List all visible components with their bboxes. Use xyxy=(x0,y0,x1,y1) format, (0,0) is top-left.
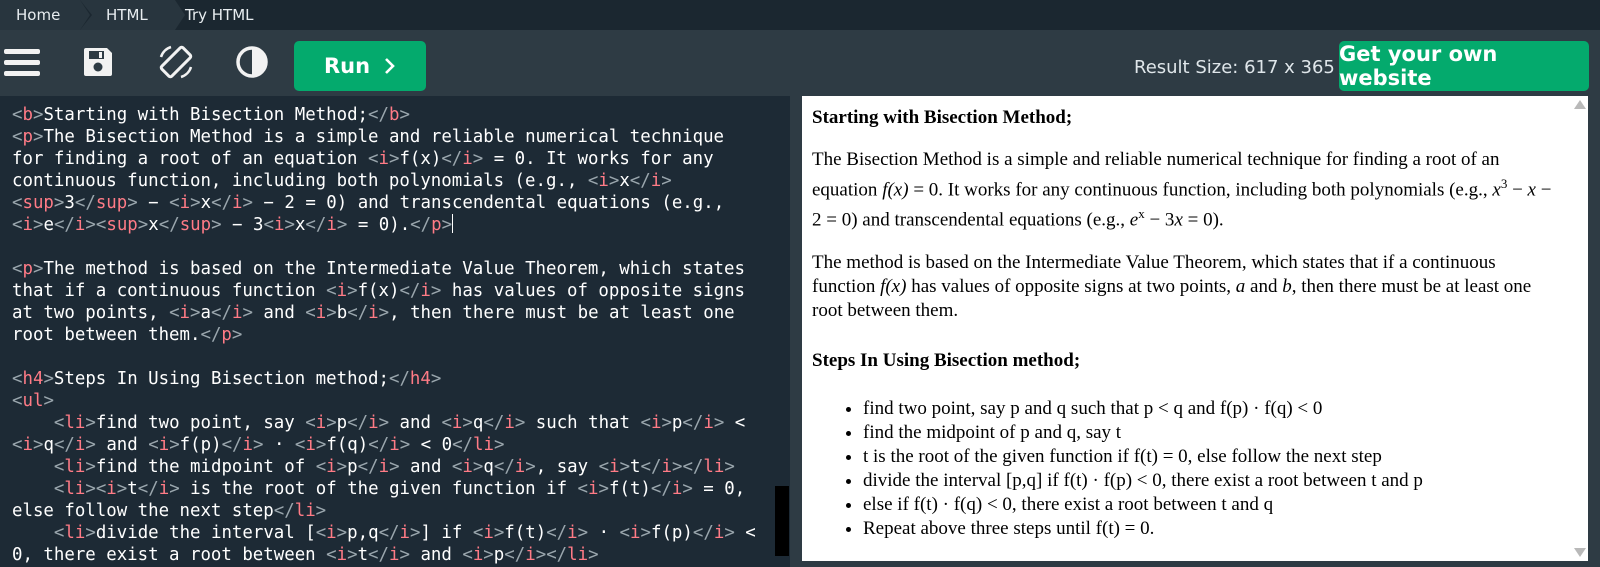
get-own-website-button[interactable]: Get your own website xyxy=(1339,41,1589,91)
code-line: <ul> xyxy=(12,391,54,411)
floppy-disk-icon[interactable] xyxy=(76,42,120,82)
code-editor[interactable]: <b>Starting with Bisection Method;</b> <p… xyxy=(0,96,790,567)
code-line: that if a continuous function <i>f(x)</i… xyxy=(12,281,746,301)
result-steps-list: find two point, say p and q such that p … xyxy=(812,397,1562,541)
run-button-label: Run xyxy=(323,54,371,78)
rotate-screen-icon[interactable] xyxy=(154,42,198,82)
code-line: <li>find the midpoint of <i>p</i> and <i… xyxy=(53,457,735,477)
list-item: Repeat above three steps until f(t) = 0. xyxy=(863,517,1562,541)
run-button[interactable]: Run xyxy=(294,41,426,91)
panel-divider[interactable] xyxy=(790,96,802,567)
code-line: <sup>3</sup> − <i>x</i> − 2 = 0) and tra… xyxy=(12,193,725,213)
list-item: find two point, say p and q such that p … xyxy=(863,397,1562,421)
code-line: <i>e</i><sup>x</sup> − 3<i>x</i> = 0).</… xyxy=(12,214,454,235)
code-content[interactable]: <b>Starting with Bisection Method;</b> <p… xyxy=(12,104,772,566)
code-line: <i>q</i> and <i>f(p)</i> · <i>f(q)</i> <… xyxy=(12,435,505,455)
hamburger-icon[interactable] xyxy=(0,42,44,82)
code-line: else follow the next step</li> xyxy=(12,501,327,521)
editor-scrollbar[interactable] xyxy=(775,486,789,556)
code-line: continuous function, including both poly… xyxy=(12,171,672,191)
result-paragraph-2: The method is based on the Intermediate … xyxy=(812,251,1532,321)
code-line: for finding a root of an equation <i>f(x… xyxy=(12,149,714,169)
list-item: find the midpoint of p and q, say t xyxy=(863,421,1562,445)
code-line: <b>Starting with Bisection Method;</b> xyxy=(12,105,410,125)
code-line: at two points, <i>a</i> and <i>b</i>, th… xyxy=(12,303,735,323)
breadcrumb-label: Try HTML xyxy=(185,6,254,24)
breadcrumb-label: HTML xyxy=(106,6,148,24)
toolbar: Run Result Size: 617 x 365 Get your own … xyxy=(0,30,1600,94)
list-item: t is the root of the given function if f… xyxy=(863,445,1562,469)
result-size-label: Result Size: 617 x 365 xyxy=(1134,57,1335,78)
code-line: root between them.</p> xyxy=(12,325,243,345)
result-scrollbar[interactable] xyxy=(1572,96,1588,561)
list-item: else if f(t) · f(q) < 0, there exist a r… xyxy=(863,493,1562,517)
code-line: <li><i>t</i> is the root of the given fu… xyxy=(53,479,746,499)
result-frame[interactable]: Starting with Bisection Method; The Bise… xyxy=(802,96,1588,561)
result-steps-heading: Steps In Using Bisection method; xyxy=(812,349,1081,371)
code-line: <p>The method is based on the Intermedia… xyxy=(12,259,745,279)
code-line: <li>find two point, say <i>p</i> and <i>… xyxy=(53,413,746,433)
code-line: 0, there exist a root between <i>t</i> a… xyxy=(12,545,599,565)
result-heading: Starting with Bisection Method; xyxy=(812,107,1073,128)
breadcrumb-label: Home xyxy=(16,6,61,24)
contrast-icon[interactable] xyxy=(230,42,274,82)
list-item: divide the interval [p,q] if f(t) · f(p)… xyxy=(863,469,1562,493)
breadcrumb-home[interactable]: Home xyxy=(0,0,92,30)
scroll-up-icon[interactable] xyxy=(1574,100,1586,109)
code-line: <p>The Bisection Method is a simple and … xyxy=(12,127,725,147)
breadcrumb-html[interactable]: HTML xyxy=(80,0,187,30)
breadcrumb: Home HTML Try HTML xyxy=(0,0,1600,30)
scroll-down-icon[interactable] xyxy=(1574,548,1586,557)
result-paragraph-1: The Bisection Method is a simple and rel… xyxy=(812,149,1552,231)
code-line: <h4>Steps In Using Bisection method;</h4… xyxy=(12,369,442,389)
chevron-right-icon xyxy=(385,58,395,74)
code-line: <li>divide the interval [<i>p,q</i>] if … xyxy=(53,523,756,543)
